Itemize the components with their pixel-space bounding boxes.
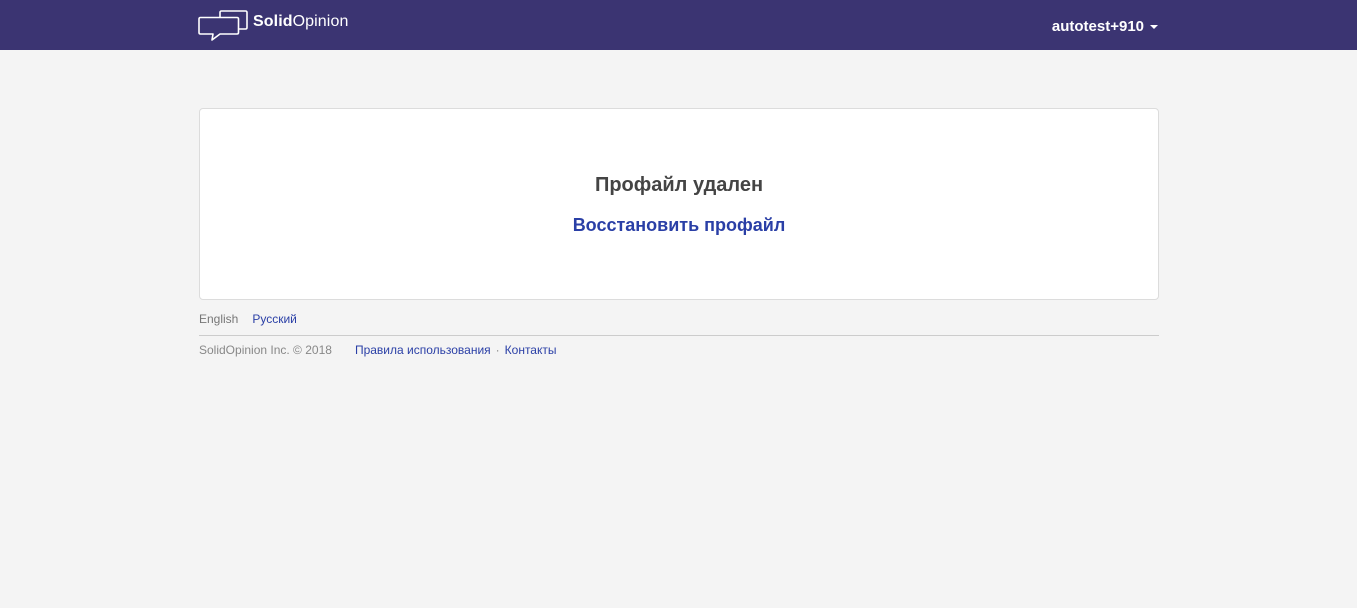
language-russian-link[interactable]: Русский bbox=[252, 312, 297, 327]
profile-deleted-card: Профайл удален Восстановить профайл bbox=[199, 108, 1159, 300]
top-navbar: SolidOpinion autotest+910 bbox=[0, 0, 1357, 50]
logo-link[interactable]: SolidOpinion bbox=[198, 9, 348, 41]
terms-link[interactable]: Правила использования bbox=[355, 343, 491, 358]
language-switcher: English Русский bbox=[199, 312, 297, 327]
logo-opinion-text: Opinion bbox=[292, 13, 349, 30]
footer-divider bbox=[199, 335, 1159, 336]
user-menu-dropdown[interactable]: autotest+910 bbox=[1052, 18, 1158, 36]
caret-down-icon bbox=[1150, 25, 1158, 29]
restore-profile-container: Восстановить профайл bbox=[200, 214, 1158, 236]
copyright-text: SolidOpinion Inc. © 2018 bbox=[199, 343, 332, 357]
footer: SolidOpinion Inc. © 2018 Правила использ… bbox=[199, 343, 557, 358]
restore-profile-link[interactable]: Восстановить профайл bbox=[573, 215, 786, 235]
page-title: Профайл удален bbox=[594, 174, 764, 196]
language-english: English bbox=[199, 312, 239, 326]
logo-solid-text: Solid bbox=[253, 13, 293, 30]
speech-bubble-icon bbox=[198, 9, 248, 41]
logo-wordmark: SolidOpinion bbox=[253, 12, 348, 32]
user-name: autotest+910 bbox=[1051, 18, 1144, 35]
footer-separator: · bbox=[495, 343, 500, 357]
contacts-link[interactable]: Контакты bbox=[505, 343, 557, 358]
